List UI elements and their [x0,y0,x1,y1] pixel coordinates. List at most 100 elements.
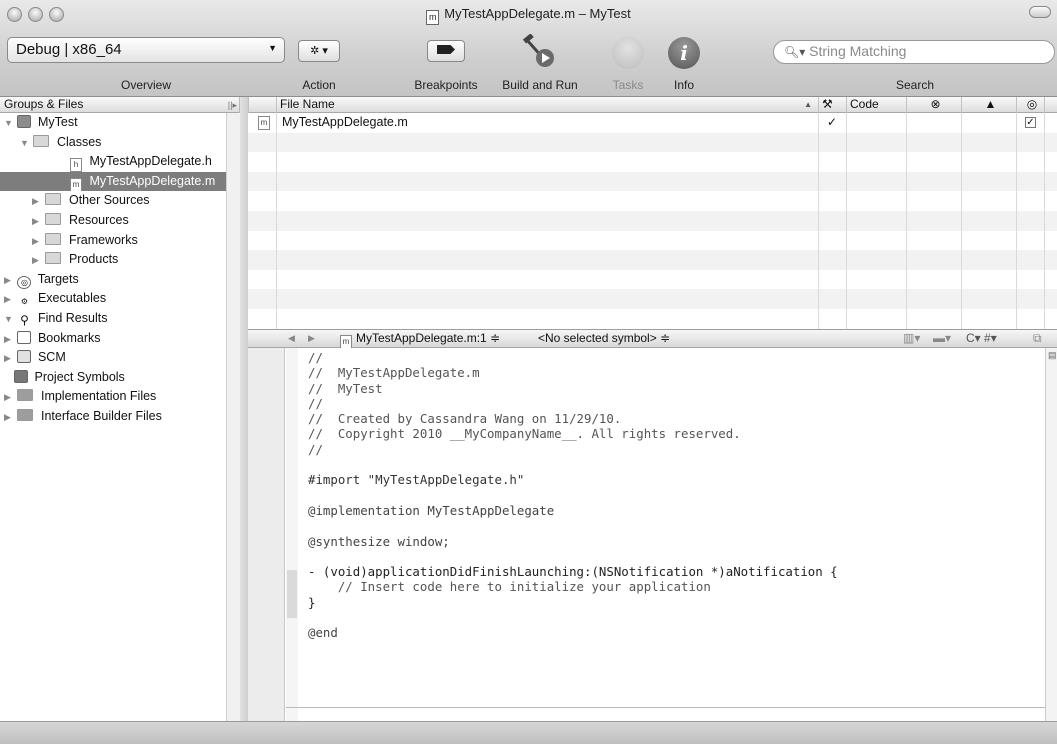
tree-item-label: Executables [37,291,107,306]
vertical-splitter[interactable] [240,97,248,721]
disclosure-open-icon[interactable]: ▼ [20,134,30,153]
tree-item-header-file[interactable]: h MyTestAppDelegate.h [0,152,239,172]
symbol-popup[interactable]: <No selected symbol> ≑ [538,330,670,347]
source-code[interactable]: //// MyTestAppDelegate.m// MyTest//// Cr… [308,350,838,641]
disclosure-closed-icon[interactable]: ▶ [32,232,42,251]
icon-column-header[interactable] [248,97,276,113]
tasks-button[interactable] [612,37,644,69]
source-editor[interactable]: //// MyTestAppDelegate.m// MyTest//// Cr… [248,348,1045,721]
class-and-include-popups[interactable]: C▾ #▾ [966,330,997,347]
error-icon: ⊗ [930,97,941,111]
column-header-target[interactable]: ◎ [1016,97,1044,113]
counterpart-icon[interactable]: ⧉ [1033,330,1042,347]
column-header-label: File Name [280,97,335,111]
column-divider [276,113,277,329]
column-divider [961,113,962,329]
editor-vertical-scrollbar[interactable]: ▤ [1045,348,1057,721]
table-row [248,270,1057,290]
tree-item-mytest[interactable]: ▼ MyTest [0,113,239,133]
disclosure-closed-icon[interactable]: ▶ [4,408,14,427]
tree-item-executables[interactable]: ▶ ⚙ Executables [0,289,239,309]
disclosure-open-icon[interactable]: ▼ [4,310,14,329]
bookmarks-popup-icon[interactable]: ▥▾ [903,330,920,347]
breakpoints-button[interactable] [427,40,465,62]
tree-item-label: Project Symbols [34,369,125,384]
table-row [248,171,1057,192]
code-line: #import "MyTestAppDelegate.h" [308,472,525,488]
tree-item-frameworks[interactable]: ▶ Frameworks [0,231,239,251]
breakpoint-icon [437,45,455,54]
toolbar-toggle-button[interactable] [1029,6,1051,18]
smart-group-icon [17,389,34,402]
forward-arrow-icon[interactable]: ▶ [308,330,315,347]
tree-item-targets[interactable]: ▶ ◎ Targets [0,270,239,290]
focus-ribbon[interactable] [286,348,298,721]
disclosure-closed-icon[interactable]: ▶ [4,271,14,290]
tree-item-project-symbols[interactable]: Project Symbols [0,368,239,388]
code-line: // [308,395,323,411]
sidebar-scroll-gutter[interactable] [226,113,240,721]
tree-item-label: Frameworks [68,232,138,247]
column-header-file-name[interactable]: File Name ▲ [276,97,818,113]
code-line: // [308,350,323,365]
disclosure-closed-icon[interactable]: ▶ [4,349,14,368]
search-input[interactable]: 🔍︎▾ String Matching [773,40,1055,64]
warning-icon: ▲ [984,97,997,111]
disclosure-open-icon[interactable]: ▼ [4,114,14,133]
disclosure-closed-icon[interactable]: ▶ [4,290,14,309]
column-divider [818,113,819,329]
disclosure-closed-icon[interactable]: ▶ [32,212,42,231]
tree-item-products[interactable]: ▶ Products [0,250,239,270]
tree-item-resources[interactable]: ▶ Resources [0,211,239,231]
info-button[interactable]: i [668,37,700,69]
column-divider [1016,113,1017,329]
action-button[interactable]: ✲ ▾ [298,40,340,62]
sidebar-header[interactable]: Groups & Files ||▸ [0,97,239,113]
line-gutter[interactable] [248,348,285,721]
symbols-icon [14,369,28,383]
target-checkbox[interactable]: ✓ [1025,117,1036,128]
split-editor-icon[interactable]: ▤ [1048,350,1057,361]
tasks-label: Tasks [612,78,644,92]
tree-item-interface-builder-files[interactable]: ▶ Interface Builder Files [0,407,239,427]
tree-item-label: Find Results [37,310,108,325]
disclosure-closed-icon[interactable]: ▶ [4,330,14,349]
tree-item-label: Other Sources [68,193,150,208]
column-header-code[interactable]: Code [846,97,906,113]
column-divider [846,113,847,329]
tree-item-find-results[interactable]: ▼ ⚲ Find Results [0,309,239,329]
tree-item-scm[interactable]: ▶ SCM [0,348,239,368]
code-line: // MyTest [308,380,383,396]
disclosure-closed-icon[interactable]: ▶ [32,251,42,270]
tree-item-implementation-files[interactable]: ▶ Implementation Files [0,387,239,407]
scm-icon [17,350,32,364]
tree-item-implementation-file[interactable]: m MyTestAppDelegate.m [0,171,239,192]
disclosure-closed-icon[interactable]: ▶ [4,388,14,407]
tree-item-classes[interactable]: ▼ Classes [0,133,239,153]
code-line: } [308,594,316,610]
editor-bottom-divider [286,707,1045,708]
file-popup-label: MyTestAppDelegate.m:1 ≑ [356,331,501,345]
disclosure-closed-icon[interactable]: ▶ [32,192,42,211]
table-row[interactable]: m MyTestAppDelegate.m ✓ ✓ [248,113,1057,133]
column-header-build[interactable]: ⚒ [818,97,846,113]
column-header-errors[interactable]: ⊗ [906,97,961,113]
breakpoints-popup-icon[interactable]: ▬▾ [933,330,951,347]
table-row [248,309,1057,329]
code-fold-marker[interactable] [287,570,297,618]
status-bar [0,721,1057,744]
file-popup[interactable]: m MyTestAppDelegate.m:1 ≑ [340,330,500,349]
tree-item-label: MyTestAppDelegate.m [89,173,216,188]
table-row [248,152,1057,172]
column-header-warnings[interactable]: ▲ [961,97,1016,113]
split-view-icon[interactable]: ||▸ [228,98,237,113]
scheme-popup[interactable]: Debug | x86_64 ▼ [7,37,285,63]
tree-item-bookmarks[interactable]: ▶ Bookmarks [0,329,239,349]
build-and-run-button[interactable] [519,33,559,70]
back-arrow-icon[interactable]: ◀ [288,330,295,347]
build-checkmark[interactable]: ✓ [827,113,837,133]
file-list-table: File Name ▲ ⚒ Code ⊗ ▲ ◎ m MyTestAppDele… [248,97,1057,329]
table-header: File Name ▲ ⚒ Code ⊗ ▲ ◎ [248,97,1057,113]
tree-item-other-sources[interactable]: ▶ Other Sources [0,191,239,211]
